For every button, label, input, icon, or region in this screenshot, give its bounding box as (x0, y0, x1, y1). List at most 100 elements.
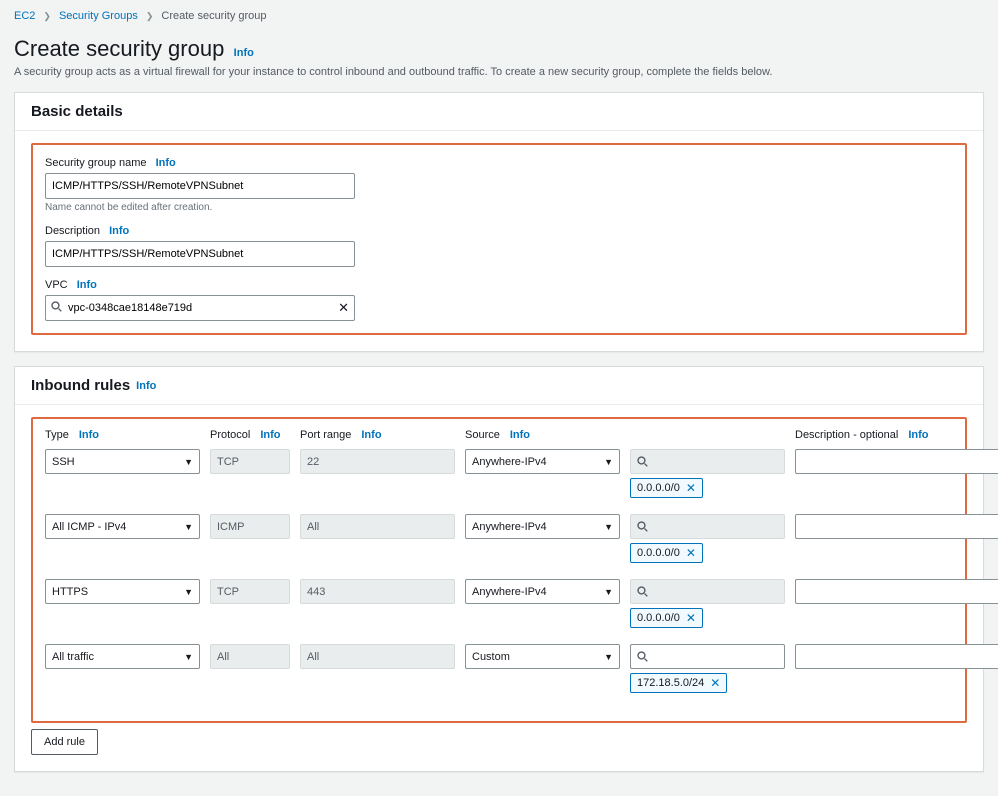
source-mode-value: Anywhere-IPv4 (472, 456, 547, 468)
hint-sg-name: Name cannot be edited after creation. (45, 202, 953, 213)
breadcrumb: EC2 ❯ Security Groups ❯ Create security … (14, 10, 984, 22)
info-link-inbound[interactable]: Info (136, 380, 156, 392)
type-value: SSH (52, 456, 75, 468)
source-mode-value: Custom (472, 651, 510, 663)
rule-row: All ICMP - IPv4 ▼ ICMP All Anywhere-IPv4… (45, 514, 953, 563)
rule-description-input[interactable] (795, 449, 998, 474)
info-link-title[interactable]: Info (234, 47, 254, 59)
protocol-readonly: TCP (210, 449, 290, 474)
caret-icon: ▼ (604, 522, 613, 532)
protocol-readonly: ICMP (210, 514, 290, 539)
col-port: Port range (300, 429, 351, 441)
caret-icon: ▼ (184, 457, 193, 467)
search-icon (637, 456, 648, 467)
add-rule-button[interactable]: Add rule (31, 729, 98, 755)
cidr-value: 0.0.0.0/0 (637, 612, 680, 624)
search-icon (51, 301, 62, 315)
remove-token-icon[interactable]: ✕ (686, 546, 696, 560)
info-link-protocol[interactable]: Info (260, 429, 280, 441)
breadcrumb-ec2[interactable]: EC2 (14, 10, 35, 22)
type-select[interactable]: All traffic ▼ (45, 644, 200, 669)
source-mode-select[interactable]: Anywhere-IPv4 ▼ (465, 449, 620, 474)
info-link-sg-name[interactable]: Info (156, 157, 176, 169)
source-search[interactable] (630, 449, 785, 474)
caret-icon: ▼ (184, 522, 193, 532)
info-link-desc[interactable]: Info (908, 429, 928, 441)
col-desc: Description - optional (795, 429, 898, 441)
type-select[interactable]: SSH ▼ (45, 449, 200, 474)
page-header: Create security group Info (14, 36, 984, 66)
chevron-icon: ❯ (43, 11, 51, 22)
source-mode-select[interactable]: Anywhere-IPv4 ▼ (465, 514, 620, 539)
caret-icon: ▼ (604, 587, 613, 597)
protocol-readonly: TCP (210, 579, 290, 604)
panel-heading-inbound: Inbound rules Info (15, 367, 983, 405)
inbound-heading-text: Inbound rules (31, 377, 130, 394)
label-vpc-text: VPC (45, 279, 68, 291)
input-description[interactable] (45, 241, 355, 267)
type-select[interactable]: All ICMP - IPv4 ▼ (45, 514, 200, 539)
cidr-token: 0.0.0.0/0 ✕ (630, 478, 703, 498)
source-search[interactable] (630, 514, 785, 539)
rule-description-input[interactable] (795, 579, 998, 604)
label-desc-text: Description (45, 225, 100, 237)
port-readonly: All (300, 644, 455, 669)
port-readonly: 22 (300, 449, 455, 474)
cidr-value: 0.0.0.0/0 (637, 482, 680, 494)
info-link-port[interactable]: Info (361, 429, 381, 441)
inbound-highlight-box: TypeInfo ProtocolInfo Port rangeInfo Sou… (31, 417, 967, 723)
type-value: HTTPS (52, 586, 88, 598)
rule-description-input[interactable] (795, 514, 998, 539)
remove-token-icon[interactable]: ✕ (710, 676, 720, 690)
type-value: All traffic (52, 651, 94, 663)
caret-icon: ▼ (604, 457, 613, 467)
info-link-description[interactable]: Info (109, 225, 129, 237)
basic-heading-text: Basic details (31, 103, 123, 120)
search-icon (637, 651, 648, 662)
label-description: Description Info (45, 225, 129, 237)
caret-icon: ▼ (184, 587, 193, 597)
info-link-source[interactable]: Info (510, 429, 530, 441)
label-sg-name-text: Security group name (45, 157, 147, 169)
col-source: Source (465, 429, 500, 441)
basic-highlight-box: Security group name Info Name cannot be … (31, 143, 967, 335)
type-value: All ICMP - IPv4 (52, 521, 126, 533)
source-search[interactable] (630, 579, 785, 604)
search-icon (637, 521, 648, 532)
clear-icon[interactable]: ✕ (338, 300, 349, 316)
rule-row: All traffic ▼ All All Custom ▼ 172.18.5.… (45, 644, 953, 693)
caret-icon: ▼ (184, 652, 193, 662)
caret-icon: ▼ (604, 652, 613, 662)
source-search[interactable] (630, 644, 785, 669)
col-type: Type (45, 429, 69, 441)
page-subtitle: A security group acts as a virtual firew… (14, 66, 984, 78)
info-link-type[interactable]: Info (79, 429, 99, 441)
protocol-readonly: All (210, 644, 290, 669)
label-sg-name: Security group name Info (45, 157, 176, 169)
remove-token-icon[interactable]: ✕ (686, 611, 696, 625)
source-mode-value: Anywhere-IPv4 (472, 521, 547, 533)
source-mode-select[interactable]: Custom ▼ (465, 644, 620, 669)
cidr-token: 0.0.0.0/0 ✕ (630, 608, 703, 628)
info-link-vpc[interactable]: Info (77, 279, 97, 291)
cidr-value: 172.18.5.0/24 (637, 677, 704, 689)
port-readonly: All (300, 514, 455, 539)
breadcrumb-current: Create security group (161, 10, 266, 22)
input-vpc[interactable] (45, 295, 355, 321)
source-mode-select[interactable]: Anywhere-IPv4 ▼ (465, 579, 620, 604)
breadcrumb-security-groups[interactable]: Security Groups (59, 10, 138, 22)
search-icon (637, 586, 648, 597)
rule-row: HTTPS ▼ TCP 443 Anywhere-IPv4 ▼ 0.0.0.0/… (45, 579, 953, 628)
cidr-value: 0.0.0.0/0 (637, 547, 680, 559)
input-sg-name[interactable] (45, 173, 355, 199)
remove-token-icon[interactable]: ✕ (686, 481, 696, 495)
port-readonly: 443 (300, 579, 455, 604)
panel-inbound-rules: Inbound rules Info TypeInfo ProtocolInfo… (14, 366, 984, 772)
type-select[interactable]: HTTPS ▼ (45, 579, 200, 604)
source-mode-value: Anywhere-IPv4 (472, 586, 547, 598)
panel-heading-basic: Basic details (15, 93, 983, 131)
page-title: Create security group (14, 36, 224, 62)
rules-header: TypeInfo ProtocolInfo Port rangeInfo Sou… (45, 429, 953, 441)
rule-description-input[interactable] (795, 644, 998, 669)
cidr-token: 172.18.5.0/24 ✕ (630, 673, 727, 693)
